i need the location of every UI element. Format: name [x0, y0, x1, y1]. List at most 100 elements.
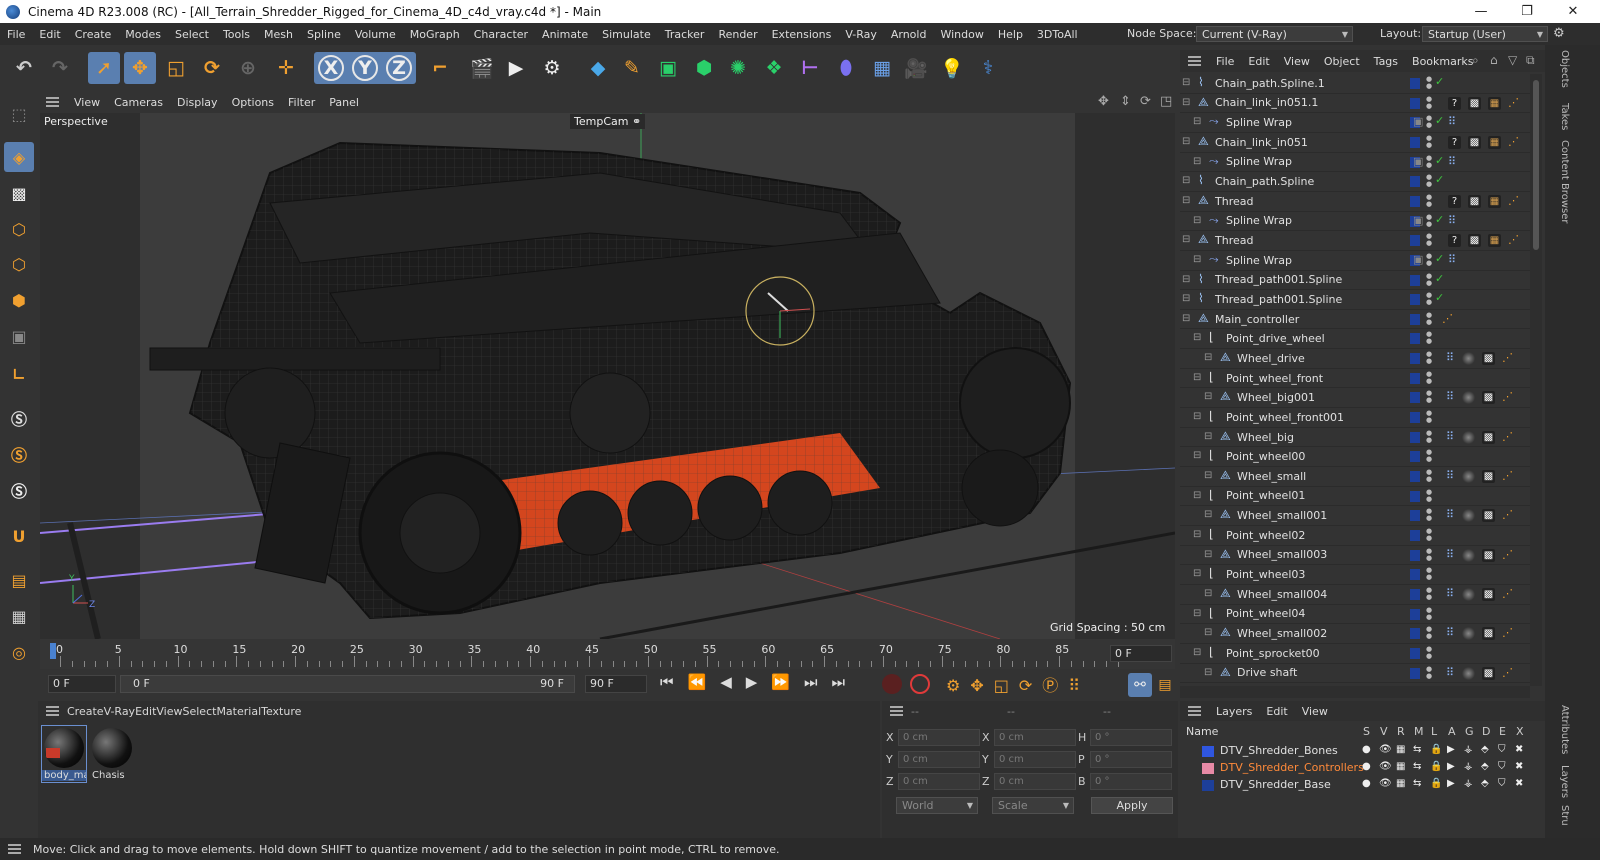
side-tab-content-browser[interactable]: Content Browser: [1559, 140, 1570, 223]
visibility-dots[interactable]: ● ●: [1426, 154, 1432, 169]
layer-flag-toggle-icon[interactable]: ▶: [1447, 761, 1455, 772]
object-menu-tags[interactable]: Tags: [1367, 55, 1405, 68]
layer-color-swatch[interactable]: [1410, 372, 1420, 384]
object-row[interactable]: ⊟ ⌇ Chain_path.Spline.1 ● ● ✓: [1180, 74, 1530, 94]
sphere-tag-icon[interactable]: [1462, 627, 1475, 641]
visibility-dots[interactable]: ● ●: [1426, 410, 1432, 424]
expand-toggle-icon[interactable]: ⊟: [1182, 175, 1190, 186]
sphere-tag-icon[interactable]: [1462, 509, 1475, 523]
python-icon[interactable]: ⚕: [972, 52, 1004, 84]
visibility-dots[interactable]: ● ●: [1426, 665, 1432, 680]
workplane-icon[interactable]: ▤: [4, 565, 34, 595]
key-scale-icon[interactable]: ◱: [994, 676, 1019, 695]
extrude-generator-icon[interactable]: ⬢: [688, 52, 720, 84]
enabled-check-icon[interactable]: ✓: [1435, 114, 1444, 127]
expand-toggle-icon[interactable]: ⊟: [1193, 411, 1201, 422]
visibility-dots[interactable]: ● ●: [1426, 469, 1432, 483]
autokey-icon[interactable]: [910, 674, 930, 694]
search-icon[interactable]: ⌕: [1472, 53, 1479, 68]
panel-menu-icon[interactable]: [890, 706, 903, 716]
layer-flag-toggle-icon[interactable]: ✖: [1515, 744, 1523, 755]
layer-menu-view[interactable]: View: [1295, 705, 1335, 718]
scale-dropdown[interactable]: Scale ▼: [992, 797, 1074, 814]
layer-color-swatch[interactable]: [1410, 392, 1420, 404]
minimize-button[interactable]: —: [1458, 0, 1504, 23]
layer-flag-toggle-icon[interactable]: ⬘: [1481, 761, 1489, 772]
side-tab-stru[interactable]: Stru: [1559, 805, 1570, 826]
panel-menu-icon[interactable]: [1188, 56, 1201, 66]
deformer-toggle-icon[interactable]: ▣: [1413, 214, 1423, 227]
object-row[interactable]: ⊟ ⟁ Wheel_small004 ● ● ⠿ ▩ ⋰: [1180, 585, 1530, 605]
layer-row[interactable]: DTV_Shredder_Base ● 👁 ▦ ⇆ 🔒 ▶ ⚶ ⬘ ⛉ ✖: [1180, 777, 1545, 794]
tag-handle-icon[interactable]: ⋰: [1508, 194, 1519, 207]
object-row[interactable]: ⊟ ⌇ Thread_path001.Spline ● ● ✓: [1180, 271, 1530, 291]
visibility-dots[interactable]: ● ●: [1426, 390, 1432, 404]
world-dropdown[interactable]: World ▼: [896, 797, 978, 814]
locked-workplane-icon[interactable]: ▦: [4, 601, 34, 631]
play-icon[interactable]: ▶: [746, 673, 772, 691]
expand-toggle-icon[interactable]: ⊟: [1193, 372, 1201, 383]
deformer-toggle-icon[interactable]: ▣: [1413, 115, 1423, 128]
object-row[interactable]: ⊟ ⤳ Spline Wrap ● ● ✓ ▣ ⠿: [1180, 251, 1530, 271]
layer-flag-toggle-icon[interactable]: ●: [1362, 761, 1371, 772]
checker-tag-icon[interactable]: ▩: [1482, 587, 1495, 601]
object-row[interactable]: ⊟ ⌊ Point_wheel02 ● ●: [1180, 526, 1530, 546]
tag-handle-icon[interactable]: ⋰: [1502, 587, 1513, 600]
expand-toggle-icon[interactable]: ⊟: [1193, 647, 1201, 658]
key-pla-icon[interactable]: ⠿: [1068, 676, 1090, 695]
prev-frame-icon[interactable]: ◀: [720, 673, 746, 691]
sphere-tag-icon[interactable]: [1462, 391, 1475, 405]
object-row[interactable]: ⊟ ⟁ Main_controller ● ● ⋰: [1180, 310, 1530, 330]
menu-select[interactable]: Select: [168, 28, 216, 41]
object-row[interactable]: ⊟ ⌊ Point_wheel_front001 ● ●: [1180, 408, 1530, 428]
layer-flag-toggle-icon[interactable]: 👁: [1379, 744, 1392, 755]
material-tag-icon[interactable]: ▩: [1468, 234, 1481, 248]
key-position-icon[interactable]: ✥: [970, 676, 993, 695]
layer-color-swatch[interactable]: [1410, 78, 1420, 89]
object-row[interactable]: ⊟ ⤳ Spline Wrap ● ● ✓ ▣ ⠿: [1180, 153, 1530, 173]
coord-field[interactable]: 0 °: [1090, 773, 1172, 790]
layer-flag-toggle-icon[interactable]: 🔒: [1430, 761, 1442, 772]
layer-color-swatch[interactable]: [1410, 510, 1420, 522]
visibility-dots[interactable]: ● ●: [1426, 567, 1432, 581]
viewport-menu-view[interactable]: View: [67, 96, 107, 109]
prev-key-icon[interactable]: ⏪: [688, 673, 721, 691]
tag-handle-icon[interactable]: ⋰: [1508, 96, 1519, 109]
object-row[interactable]: ⊟ ⟁ Wheel_small003 ● ● ⠿ ▩ ⋰: [1180, 546, 1530, 566]
object-row[interactable]: ⊟ ⟁ Thread ● ●? ▩ ▦ ⋰: [1180, 231, 1530, 251]
coord-field[interactable]: 0 cm: [898, 729, 980, 746]
deformer-toggle-icon[interactable]: ▣: [1413, 155, 1423, 168]
layer-color-swatch[interactable]: [1410, 529, 1420, 541]
home-icon[interactable]: ⌂: [1490, 53, 1498, 67]
expand-toggle-icon[interactable]: ⊟: [1182, 195, 1190, 206]
expand-toggle-icon[interactable]: ⊟: [1182, 234, 1190, 245]
layer-color-swatch[interactable]: [1410, 588, 1420, 600]
visibility-dots[interactable]: ● ●: [1426, 292, 1432, 306]
edges-mode-icon[interactable]: ⬡: [4, 249, 34, 279]
y-axis-lock-button[interactable]: Y: [352, 55, 378, 81]
object-row[interactable]: ⊟ ⟁ Chain_link_in051 ● ●? ▩ ▦ ⋰: [1180, 133, 1530, 153]
material-tag-icon[interactable]: ?: [1448, 135, 1461, 149]
object-row[interactable]: ⊟ ⌊ Point_wheel03 ● ●: [1180, 565, 1530, 585]
expand-toggle-icon[interactable]: ⊟: [1193, 116, 1201, 127]
expand-toggle-icon[interactable]: ⊟: [1204, 667, 1212, 678]
status-menu-icon[interactable]: [8, 844, 21, 854]
x-axis-lock-button[interactable]: X: [318, 55, 344, 81]
menu-animate[interactable]: Animate: [535, 28, 595, 41]
snap-icon[interactable]: Ⓢ: [4, 403, 34, 433]
visibility-dots[interactable]: ● ●: [1426, 606, 1432, 621]
layer-menu-layers[interactable]: Layers: [1209, 705, 1259, 718]
layer-flag-toggle-icon[interactable]: ▶: [1447, 778, 1455, 789]
layer-color-swatch[interactable]: [1410, 647, 1420, 659]
enabled-check-icon[interactable]: ✓: [1435, 291, 1444, 304]
tag-handle-icon[interactable]: ⋰: [1442, 312, 1453, 325]
layer-flag-toggle-icon[interactable]: ⚶: [1464, 778, 1473, 789]
checker-tag-icon[interactable]: ▩: [1482, 391, 1495, 405]
menu-tracker[interactable]: Tracker: [658, 28, 712, 41]
visibility-dots[interactable]: ● ●: [1426, 76, 1432, 90]
viewport-menu-panel[interactable]: Panel: [322, 96, 366, 109]
cube-object-icon[interactable]: ◆: [582, 52, 614, 84]
layer-flag-toggle-icon[interactable]: ⚶: [1464, 744, 1473, 755]
checker-tag-icon[interactable]: ▩: [1482, 470, 1495, 483]
object-menu-view[interactable]: View: [1277, 55, 1317, 68]
